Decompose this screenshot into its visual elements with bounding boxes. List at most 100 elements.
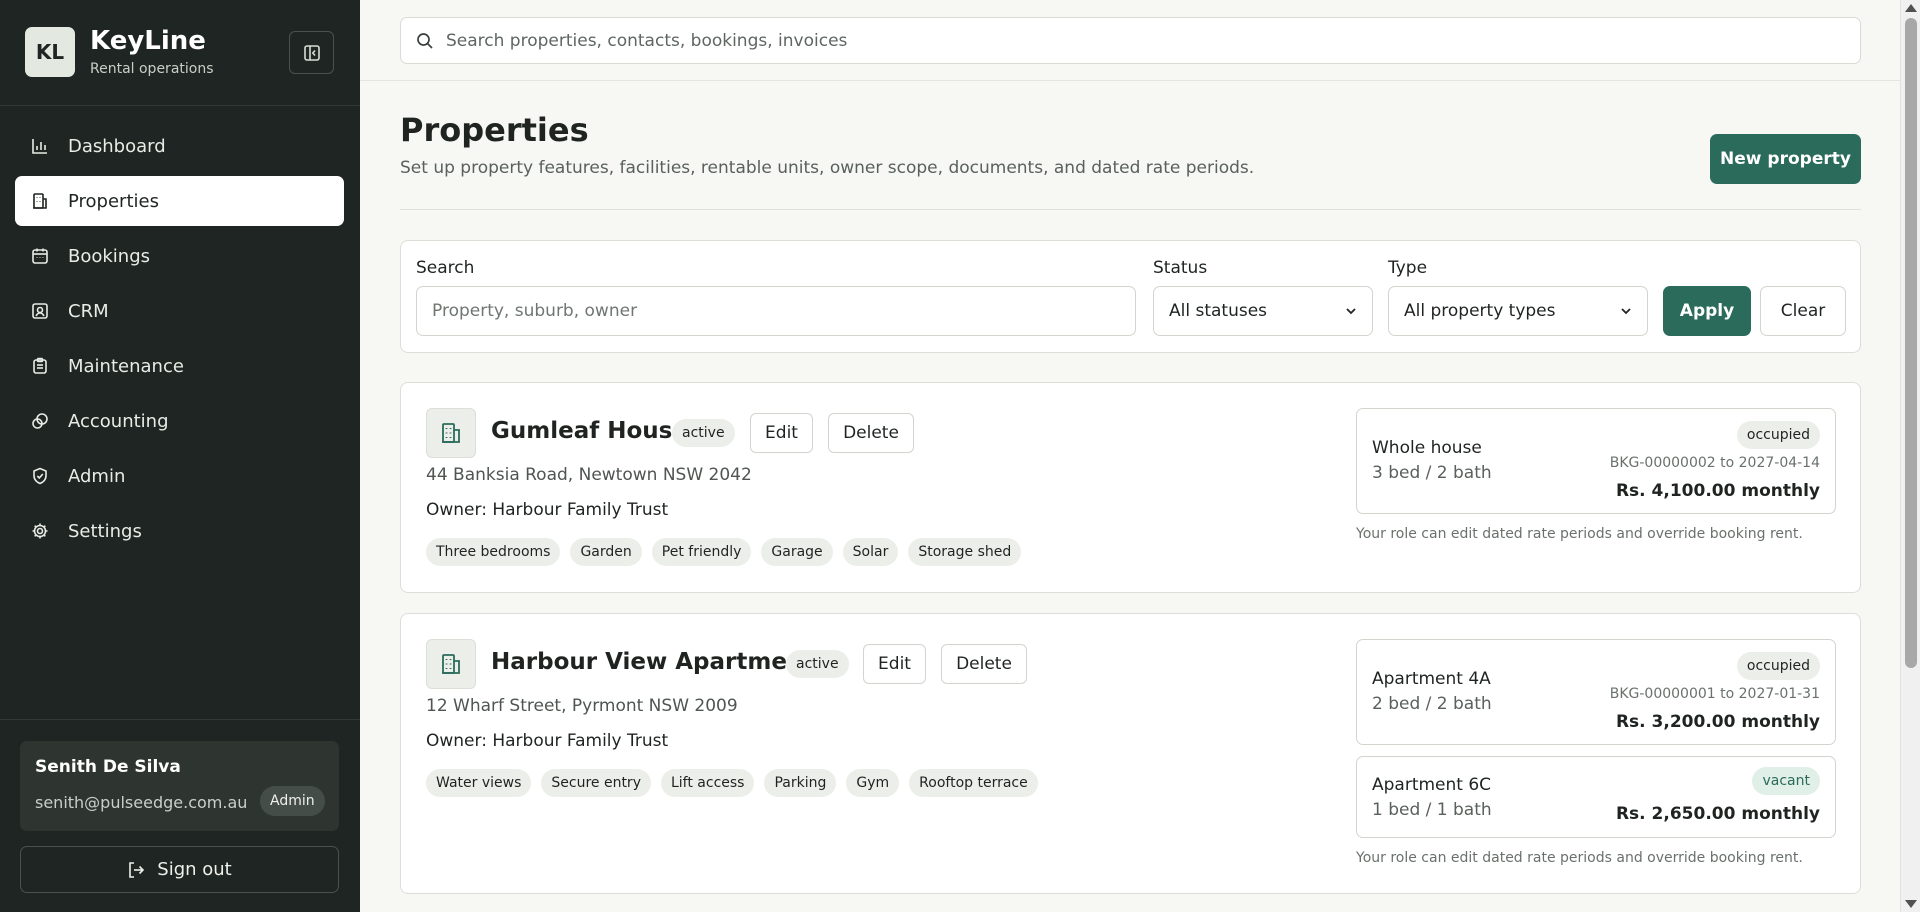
sidebar-item-label: Bookings [68,245,151,267]
unit-rent: Rs. 3,200.00 monthly [1615,712,1820,732]
property-feature-tags: Three bedrooms Garden Pet friendly Garag… [426,538,1031,566]
feature-tag: Lift access [660,769,755,797]
scroll-up-arrow-icon[interactable] [1905,4,1917,12]
property-search-input[interactable]: Property, suburb, owner [416,286,1136,336]
feature-tag: Rooftop terrace [909,769,1038,797]
feature-tag: Water views [426,769,532,797]
status-filter-label: Status [1153,258,1208,278]
search-filter-label: Search [416,258,475,278]
gear-icon [30,521,50,541]
page-subtitle: Set up property features, facilities, re… [400,158,1255,178]
unit-status-badge: occupied [1736,421,1820,449]
sidebar: KL KeyLine Rental operations Dashboard P… [0,0,360,912]
sidebar-item-label: Settings [68,520,142,542]
type-select[interactable]: All property types [1388,286,1648,336]
sidebar-item-label: Properties [68,190,159,212]
feature-tag: Parking [764,769,837,797]
sidebar-item-label: Dashboard [68,135,166,157]
calendar-icon [30,246,50,266]
unit-name: Whole house [1372,438,1482,458]
sidebar-item-properties[interactable]: Properties [15,176,344,226]
type-filter-label: Type [1388,258,1428,278]
role-permission-note: Your role can edit dated rate periods an… [1356,526,1803,542]
property-search-placeholder: Property, suburb, owner [432,301,638,321]
sidebar-item-label: Maintenance [68,355,184,377]
unit-rent: Rs. 4,100.00 monthly [1615,481,1820,501]
sidebar-item-dashboard[interactable]: Dashboard [15,121,344,171]
feature-tag: Three bedrooms [426,538,561,566]
sidebar-item-crm[interactable]: CRM [15,286,344,336]
feature-tag: Garage [761,538,833,566]
unit-name: Apartment 6C [1372,775,1492,795]
topbar [360,0,1900,81]
property-name: Harbour View Apartments [491,649,828,675]
feature-tag: Secure entry [541,769,651,797]
contact-icon [30,301,50,321]
chevron-down-icon [1621,308,1631,315]
scrollbar-thumb[interactable] [1905,18,1917,668]
property-card: Gumleaf House active Edit Delete 44 Bank… [400,382,1861,593]
unit-beds: 1 bed / 1 bath [1372,800,1492,820]
page-scrollbar[interactable] [1900,0,1920,912]
unit-beds: 2 bed / 2 bath [1372,694,1492,714]
status-select-value: All statuses [1169,301,1268,321]
sign-out-button[interactable]: Sign out [20,846,339,893]
sidebar-item-bookings[interactable]: Bookings [15,231,344,281]
unit-status-badge: vacant [1752,767,1820,795]
chart-icon [30,136,50,156]
property-name: Gumleaf House [491,418,688,444]
property-feature-tags: Water views Secure entry Lift access Par… [426,769,1048,797]
sidebar-item-settings[interactable]: Settings [15,506,344,556]
sidebar-nav: Dashboard Properties Bookings CRM Mainte… [15,121,344,561]
feature-tag: Garden [570,538,642,566]
unit-name: Apartment 4A [1372,669,1491,689]
clipboard-icon [30,356,50,376]
type-select-value: All property types [1404,301,1556,321]
property-card: Harbour View Apartments active Edit Dele… [400,613,1861,894]
property-status-badge: active [786,650,849,678]
property-building-icon [426,408,476,458]
status-select[interactable]: All statuses [1153,286,1373,336]
feature-tag: Solar [842,538,899,566]
delete-property-button[interactable]: Delete [828,413,914,453]
edit-property-button[interactable]: Edit [750,413,813,453]
sidebar-item-admin[interactable]: Admin [15,451,344,501]
clear-filters-button[interactable]: Clear [1760,286,1846,336]
unit-booking: BKG-00000001 to 2027-01-31 [1609,686,1820,702]
feature-tag: Pet friendly [651,538,752,566]
property-owner: Owner: Harbour Family Trust [426,731,669,751]
collapse-sidebar-button[interactable] [289,31,334,74]
unit-beds: 3 bed / 2 bath [1372,463,1492,483]
app-subtitle: Rental operations [90,61,214,77]
sidebar-item-label: Admin [68,465,126,487]
unit-card[interactable]: Apartment 6C 1 bed / 1 bath vacant Rs. 2… [1356,756,1836,838]
sidebar-toggle-icon [303,44,320,61]
unit-status-badge: occupied [1736,652,1820,680]
sidebar-item-maintenance[interactable]: Maintenance [15,341,344,391]
unit-rent: Rs. 2,650.00 monthly [1615,804,1820,824]
user-card: Senith De Silva senith@pulseedge.com.au … [20,741,339,831]
delete-property-button[interactable]: Delete [941,644,1027,684]
unit-card[interactable]: Whole house 3 bed / 2 bath occupied BKG-… [1356,408,1836,514]
coins-icon [30,411,50,431]
app-logo: KL [25,27,75,77]
global-search-input[interactable] [446,30,1826,51]
apply-filters-button[interactable]: Apply [1663,286,1751,336]
unit-card[interactable]: Apartment 4A 2 bed / 2 bath occupied BKG… [1356,639,1836,745]
property-address: 12 Wharf Street, Pyrmont NSW 2009 [426,696,738,716]
user-email: senith@pulseedge.com.au [35,793,248,812]
role-permission-note: Your role can edit dated rate periods an… [1356,850,1803,866]
building-icon [30,191,50,211]
role-badge: Admin [260,786,325,816]
user-name: Senith De Silva [35,757,181,777]
property-address: 44 Banksia Road, Newtown NSW 2042 [426,465,752,485]
feature-tag: Storage shed [908,538,1022,566]
new-property-button[interactable]: New property [1710,134,1861,184]
chevron-down-icon [1346,308,1356,315]
brand-header: KL KeyLine Rental operations [0,0,360,106]
sidebar-item-accounting[interactable]: Accounting [15,396,344,446]
edit-property-button[interactable]: Edit [863,644,926,684]
property-status-badge: active [672,419,735,447]
global-search-box[interactable] [400,17,1861,64]
scroll-down-arrow-icon[interactable] [1905,900,1917,908]
